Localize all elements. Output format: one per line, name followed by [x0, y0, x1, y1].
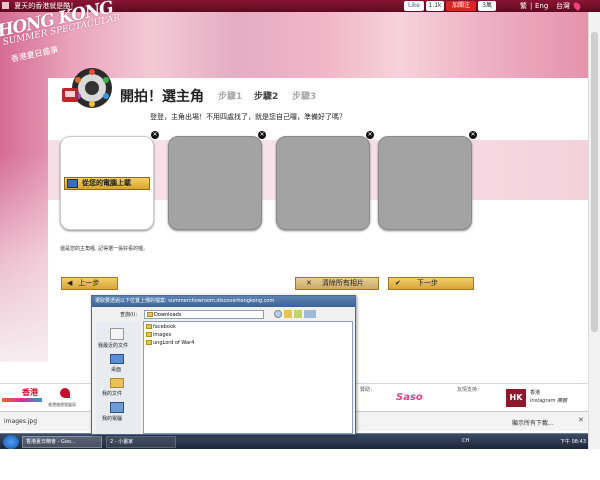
- file-list: facebook images ungLord of War4: [143, 321, 353, 434]
- close-download-bar-icon[interactable]: ✕: [578, 416, 584, 424]
- clear-all-label: 清除所有相片: [321, 279, 364, 287]
- new-folder-icon[interactable]: [294, 310, 302, 318]
- file-item-lord-of-war[interactable]: ungLord of War4: [146, 340, 194, 346]
- hk-instagram-logo[interactable]: HK: [506, 389, 526, 407]
- remove-slot-4-icon[interactable]: ✕: [469, 131, 477, 139]
- file-upload-dialog: 選取要透過以下位置上傳的檔案: summerchowroom.discoverh…: [91, 295, 356, 435]
- dialog-title: 選取要透過以下位置上傳的檔案: summerchowroom.discoverh…: [92, 296, 355, 307]
- photo-slot-3[interactable]: [276, 136, 370, 230]
- facebook-like-button[interactable]: Like: [404, 1, 424, 11]
- next-step-button[interactable]: ✔ 下一步: [388, 277, 474, 290]
- computer-icon: [67, 179, 78, 188]
- clear-all-photos-button[interactable]: ✕ 清除所有相片: [295, 277, 379, 290]
- location-pin-icon: [572, 1, 582, 11]
- recent-documents-icon[interactable]: [110, 328, 124, 340]
- left-arrow-icon: ◀: [67, 279, 73, 287]
- previous-step-label: 上一步: [78, 279, 100, 287]
- view-menu-icon[interactable]: [304, 310, 316, 318]
- download-item[interactable]: images.jpg: [4, 418, 37, 425]
- lang-en-link[interactable]: Eng: [535, 0, 548, 12]
- step-1-label: 步驟1: [218, 92, 243, 102]
- file-name: facebook: [153, 324, 176, 330]
- scrollbar-thumb[interactable]: [591, 32, 598, 332]
- upload-from-computer-button[interactable]: 從您的電腦上載: [64, 177, 150, 190]
- sponsor-label: 贊助：: [360, 387, 376, 393]
- os-taskbar: 香港夏日精會 - Goo... 2 - 小畫家 CH 下午 08:43: [0, 433, 588, 449]
- photo-slot-2[interactable]: [168, 136, 262, 230]
- my-documents-icon[interactable]: [110, 378, 124, 388]
- folder-icon: [147, 312, 153, 317]
- lang-zh-link[interactable]: 繁: [520, 0, 527, 12]
- remove-slot-1-icon[interactable]: ✕: [151, 131, 159, 139]
- photo-slot-4[interactable]: [378, 136, 472, 230]
- previous-step-button[interactable]: ◀ 上一步: [61, 277, 118, 290]
- close-icon: ✕: [306, 279, 312, 287]
- brand-flower-icon: [60, 388, 70, 398]
- region-label[interactable]: 台灣: [556, 0, 570, 12]
- screen: 夏天的香港就是酷！ Like 1.1k 加關注 3萬 繁 | Eng 台灣 HO…: [0, 0, 600, 480]
- place-documents[interactable]: 我的文件: [102, 390, 122, 397]
- file-item-facebook[interactable]: facebook: [146, 324, 176, 330]
- file-item-images[interactable]: images: [146, 332, 171, 338]
- viewmaster-disc-icon: [62, 68, 112, 108]
- clock[interactable]: 下午 08:43: [560, 438, 586, 445]
- instagram-group-sub: Instagram 團體: [530, 398, 568, 404]
- folder-icon: [146, 332, 152, 337]
- like-count: 1.1k: [426, 1, 444, 11]
- file-name: ungLord of War4: [153, 340, 195, 346]
- menu-square-icon[interactable]: [2, 2, 9, 9]
- taskbar-chrome-window[interactable]: 香港夏日精會 - Goo...: [22, 436, 102, 448]
- remove-slot-2-icon[interactable]: ✕: [258, 131, 266, 139]
- upload-label: 從您的電腦上載: [82, 179, 131, 187]
- instagram-group-title: 香港: [530, 390, 541, 396]
- back-icon[interactable]: [274, 310, 282, 318]
- places-bar: 我最近的文件 桌面 我的文件 我的電腦: [96, 322, 140, 434]
- start-button-icon[interactable]: [3, 435, 19, 449]
- partner-label: 友情支持：: [457, 387, 483, 393]
- hktb-swoosh: [2, 398, 42, 402]
- desktop-icon[interactable]: [110, 354, 124, 364]
- place-computer[interactable]: 我的電腦: [102, 415, 122, 422]
- step-title: 開拍！選主角: [120, 89, 204, 105]
- saso-logo[interactable]: Saso: [396, 392, 423, 403]
- look-in-label: 查詢(I):: [120, 312, 138, 318]
- place-recent[interactable]: 我最近的文件: [98, 342, 128, 349]
- page-scrollbar[interactable]: [588, 12, 600, 449]
- up-folder-icon[interactable]: [284, 310, 292, 318]
- check-icon: ✔: [395, 279, 401, 287]
- weibo-follow-button[interactable]: 加關注: [446, 1, 476, 11]
- hktb-subtitle: 香港旅遊發展局: [48, 402, 76, 407]
- next-step-label: 下一步: [416, 279, 438, 287]
- input-language[interactable]: CH: [462, 438, 469, 444]
- folder-icon: [146, 340, 152, 345]
- file-name: images: [153, 332, 172, 338]
- hktb-logo[interactable]: 香港: [22, 387, 38, 398]
- look-in-value: Downloads: [154, 312, 182, 318]
- look-in-select[interactable]: Downloads: [144, 310, 264, 319]
- weibo-count: 3萬: [478, 1, 496, 11]
- hint-text: 還是您的主角喔, 記得選一張好看的喔。: [60, 246, 149, 252]
- folder-icon: [146, 324, 152, 329]
- step-3-label: 步驟3: [292, 92, 317, 102]
- taskbar-paint-window[interactable]: 2 - 小畫家: [106, 436, 176, 448]
- my-computer-icon[interactable]: [110, 402, 124, 413]
- remove-slot-3-icon[interactable]: ✕: [366, 131, 374, 139]
- instruction-text: 登登，主角出場！不用四處找了，就是您自己囉，準備好了嗎？: [150, 113, 346, 121]
- place-desktop[interactable]: 桌面: [111, 366, 121, 373]
- step-2-label: 步驟2: [254, 92, 279, 102]
- show-all-downloads-link[interactable]: 顯示所有下載...: [512, 418, 554, 427]
